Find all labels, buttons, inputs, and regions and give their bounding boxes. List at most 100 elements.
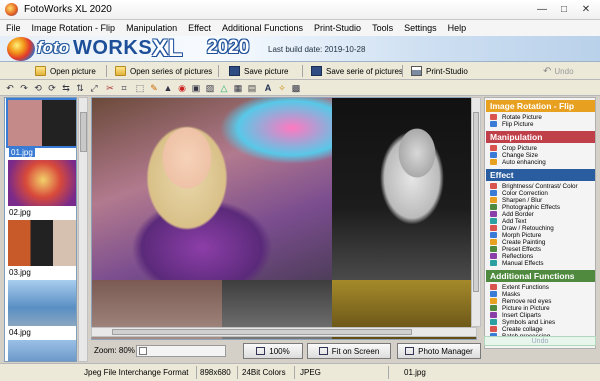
- status-separator: [237, 366, 238, 379]
- undo-button[interactable]: ↶ Undo: [540, 63, 590, 79]
- function-item[interactable]: Morph Picture: [486, 232, 595, 239]
- landscape-icon[interactable]: △: [218, 82, 230, 94]
- function-item[interactable]: Create collage: [486, 326, 595, 333]
- function-item[interactable]: Brightness/ Contrast/ Color: [486, 183, 595, 190]
- function-item[interactable]: Photographic Effects: [486, 204, 595, 211]
- sharpen-icon[interactable]: ▲: [162, 82, 174, 94]
- rotate-ccw-icon[interactable]: ⟲: [32, 82, 44, 94]
- menu-manipulation[interactable]: Manipulation: [126, 23, 177, 33]
- function-panel: Image Rotation - Flip Rotate Picture Flip …: [484, 97, 596, 349]
- undo-label: Undo: [554, 66, 574, 76]
- function-label: Rotate Picture: [502, 114, 542, 121]
- function-item[interactable]: Create Painting: [486, 239, 595, 246]
- function-item[interactable]: Add Text: [486, 218, 595, 225]
- select-icon[interactable]: ⬚: [134, 82, 146, 94]
- save-series-button[interactable]: Save serie of pictures: [308, 63, 408, 79]
- close-button[interactable]: ✕: [576, 2, 596, 17]
- zoom-row: Zoom: 80% 100% Fit on Screen Photo Manag…: [91, 341, 481, 361]
- photo-manager-icon: [405, 347, 415, 355]
- function-icon: [490, 190, 497, 196]
- collage-icon[interactable]: ▦: [232, 82, 244, 94]
- menu-help[interactable]: Help: [448, 23, 467, 33]
- zoom-100-button[interactable]: 100%: [243, 343, 303, 359]
- flip-horizontal-icon[interactable]: ⇆: [60, 82, 72, 94]
- red-eye-icon[interactable]: ◉: [176, 82, 188, 94]
- side-undo-button[interactable]: Undo: [484, 336, 596, 346]
- function-item[interactable]: Flip Picture: [486, 121, 595, 128]
- zoom-slider[interactable]: [136, 345, 226, 357]
- thumbnail-04[interactable]: [8, 280, 76, 326]
- function-item[interactable]: Color Correction: [486, 190, 595, 197]
- function-item[interactable]: Crop Picture: [486, 145, 595, 152]
- function-item[interactable]: Sharpen / Blur: [486, 197, 595, 204]
- scrollbar-thumb[interactable]: [473, 112, 479, 292]
- picture-icon[interactable]: ▨: [204, 82, 216, 94]
- menu-additional-functions[interactable]: Additional Functions: [222, 23, 303, 33]
- minimize-button[interactable]: —: [532, 2, 552, 17]
- function-label: Flip Picture: [502, 121, 534, 128]
- flip-vertical-icon[interactable]: ⇅: [74, 82, 86, 94]
- rotate-right-icon[interactable]: ↷: [18, 82, 30, 94]
- menu-effect[interactable]: Effect: [188, 23, 211, 33]
- function-icon: [490, 225, 497, 231]
- section-header-effect[interactable]: Effect: [486, 169, 595, 181]
- function-item[interactable]: Remove red eyes: [486, 298, 595, 305]
- section-header-additional[interactable]: Additional Functions: [486, 270, 595, 282]
- viewer-horizontal-scrollbar[interactable]: [91, 327, 477, 337]
- thumbnail-scrollbar[interactable]: [78, 97, 88, 362]
- function-icon: [490, 246, 497, 252]
- section-header-manipulation[interactable]: Manipulation: [486, 131, 595, 143]
- fit-on-screen-button[interactable]: Fit on Screen: [307, 343, 391, 359]
- function-item[interactable]: Rotate Picture: [486, 114, 595, 121]
- function-item[interactable]: Draw / Retouching: [486, 225, 595, 232]
- film-icon[interactable]: ▤: [246, 82, 258, 94]
- scrollbar-thumb[interactable]: [80, 112, 87, 152]
- function-item[interactable]: Masks: [486, 291, 595, 298]
- menu-print-studio[interactable]: Print-Studio: [314, 23, 361, 33]
- status-colors: 24Bit Colors: [242, 368, 286, 377]
- crop-icon[interactable]: ⌗: [118, 82, 130, 94]
- viewer-vertical-scrollbar[interactable]: [471, 97, 481, 327]
- zoom-slider-knob[interactable]: [139, 347, 147, 355]
- thumbnail-02[interactable]: [8, 160, 76, 206]
- save-picture-button[interactable]: Save picture: [226, 63, 306, 79]
- function-item[interactable]: Auto enhancing: [486, 159, 595, 166]
- effects-icon[interactable]: ▩: [290, 82, 302, 94]
- magic-wand-icon[interactable]: ✧: [276, 82, 288, 94]
- function-item[interactable]: Insert Cliparts: [486, 312, 595, 319]
- menu-image-rotation[interactable]: Image Rotation - Flip: [32, 23, 116, 33]
- function-item[interactable]: Picture in Picture: [486, 305, 595, 312]
- function-item[interactable]: Manual Effects: [486, 260, 595, 267]
- text-icon[interactable]: A: [262, 82, 274, 94]
- function-icon: [490, 121, 497, 127]
- function-item[interactable]: Change Size: [486, 152, 595, 159]
- print-studio-button[interactable]: Print-Studio: [408, 63, 478, 79]
- image-viewer[interactable]: [91, 97, 477, 340]
- function-label: Remove red eyes: [502, 298, 552, 305]
- photo-manager-button[interactable]: Photo Manager: [397, 343, 481, 359]
- menu-file[interactable]: File: [6, 23, 21, 33]
- function-item[interactable]: Symbols and Lines: [486, 319, 595, 326]
- menu-settings[interactable]: Settings: [404, 23, 437, 33]
- maximize-button[interactable]: □: [554, 2, 574, 17]
- resize-icon[interactable]: ⤢: [88, 82, 100, 94]
- rotate-cw-icon[interactable]: ⟳: [46, 82, 58, 94]
- frame-icon[interactable]: ▣: [190, 82, 202, 94]
- section-header-rotation[interactable]: Image Rotation - Flip: [486, 100, 595, 112]
- function-icon: [490, 159, 497, 165]
- brush-icon[interactable]: ✎: [148, 82, 160, 94]
- function-item[interactable]: Extent Functions: [486, 284, 595, 291]
- scissors-icon[interactable]: ✂: [104, 82, 116, 94]
- rotate-left-icon[interactable]: ↶: [4, 82, 16, 94]
- thumbnail-05[interactable]: [8, 340, 76, 361]
- thumbnail-01[interactable]: [6, 98, 76, 148]
- function-item[interactable]: Preset Effects: [486, 246, 595, 253]
- menu-tools[interactable]: Tools: [372, 23, 393, 33]
- open-picture-button[interactable]: Open picture: [32, 63, 112, 79]
- function-item[interactable]: Add Border: [486, 211, 595, 218]
- function-label: Picture in Picture: [502, 305, 550, 312]
- function-item[interactable]: Reflections: [486, 253, 595, 260]
- scrollbar-thumb[interactable]: [112, 329, 412, 335]
- thumbnail-03[interactable]: [8, 220, 76, 266]
- open-series-button[interactable]: Open series of pictures: [112, 63, 222, 79]
